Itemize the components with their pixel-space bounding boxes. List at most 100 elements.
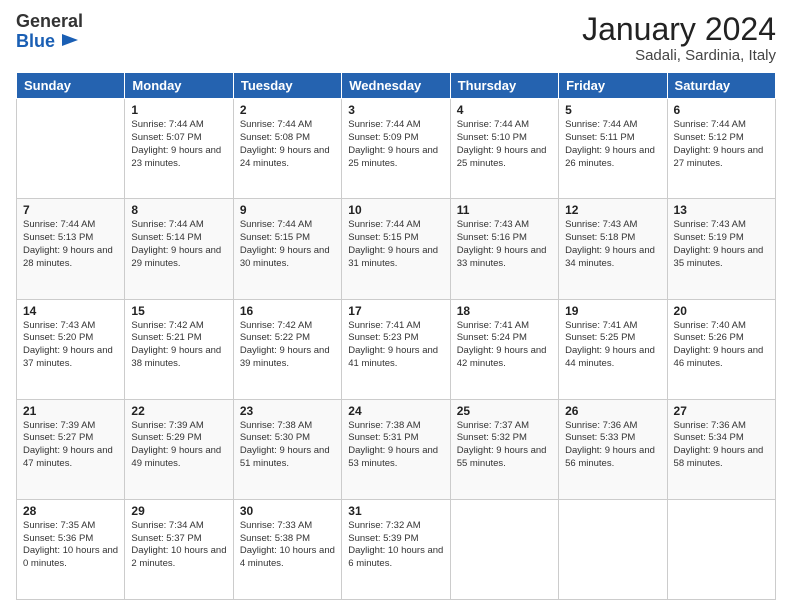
day-cell: 18 Sunrise: 7:41 AMSunset: 5:24 PMDaylig… bbox=[450, 299, 558, 399]
day-number: 31 bbox=[348, 504, 443, 518]
day-cell: 6 Sunrise: 7:44 AMSunset: 5:12 PMDayligh… bbox=[667, 99, 775, 199]
day-cell: 17 Sunrise: 7:41 AMSunset: 5:23 PMDaylig… bbox=[342, 299, 450, 399]
day-cell: 24 Sunrise: 7:38 AMSunset: 5:31 PMDaylig… bbox=[342, 399, 450, 499]
day-number: 28 bbox=[23, 504, 118, 518]
weekday-header-sunday: Sunday bbox=[17, 73, 125, 99]
day-info: Sunrise: 7:44 AMSunset: 5:15 PMDaylight:… bbox=[348, 219, 443, 270]
day-cell: 3 Sunrise: 7:44 AMSunset: 5:09 PMDayligh… bbox=[342, 99, 450, 199]
day-info: Sunrise: 7:40 AMSunset: 5:26 PMDaylight:… bbox=[674, 320, 769, 371]
day-number: 1 bbox=[131, 103, 226, 117]
day-cell: 11 Sunrise: 7:43 AMSunset: 5:16 PMDaylig… bbox=[450, 199, 558, 299]
weekday-header-thursday: Thursday bbox=[450, 73, 558, 99]
day-cell: 25 Sunrise: 7:37 AMSunset: 5:32 PMDaylig… bbox=[450, 399, 558, 499]
day-number: 4 bbox=[457, 103, 552, 117]
day-info: Sunrise: 7:42 AMSunset: 5:22 PMDaylight:… bbox=[240, 320, 335, 371]
day-cell bbox=[17, 99, 125, 199]
day-number: 14 bbox=[23, 304, 118, 318]
weekday-header-tuesday: Tuesday bbox=[233, 73, 341, 99]
day-info: Sunrise: 7:38 AMSunset: 5:30 PMDaylight:… bbox=[240, 420, 335, 471]
day-info: Sunrise: 7:38 AMSunset: 5:31 PMDaylight:… bbox=[348, 420, 443, 471]
day-info: Sunrise: 7:43 AMSunset: 5:18 PMDaylight:… bbox=[565, 219, 660, 270]
logo-flag-icon bbox=[58, 32, 80, 52]
calendar-page: General Blue January 2024 Sadali, Sardin… bbox=[0, 0, 792, 612]
day-number: 2 bbox=[240, 103, 335, 117]
day-number: 7 bbox=[23, 203, 118, 217]
weekday-header-monday: Monday bbox=[125, 73, 233, 99]
weekday-header-row: SundayMondayTuesdayWednesdayThursdayFrid… bbox=[17, 73, 776, 99]
day-cell: 10 Sunrise: 7:44 AMSunset: 5:15 PMDaylig… bbox=[342, 199, 450, 299]
day-info: Sunrise: 7:41 AMSunset: 5:24 PMDaylight:… bbox=[457, 320, 552, 371]
day-number: 21 bbox=[23, 404, 118, 418]
day-info: Sunrise: 7:44 AMSunset: 5:14 PMDaylight:… bbox=[131, 219, 226, 270]
day-info: Sunrise: 7:44 AMSunset: 5:12 PMDaylight:… bbox=[674, 119, 769, 170]
day-cell: 27 Sunrise: 7:36 AMSunset: 5:34 PMDaylig… bbox=[667, 399, 775, 499]
day-number: 3 bbox=[348, 103, 443, 117]
calendar-table: SundayMondayTuesdayWednesdayThursdayFrid… bbox=[16, 72, 776, 600]
month-title: January 2024 bbox=[582, 12, 776, 47]
week-row-3: 21 Sunrise: 7:39 AMSunset: 5:27 PMDaylig… bbox=[17, 399, 776, 499]
day-cell: 9 Sunrise: 7:44 AMSunset: 5:15 PMDayligh… bbox=[233, 199, 341, 299]
day-info: Sunrise: 7:37 AMSunset: 5:32 PMDaylight:… bbox=[457, 420, 552, 471]
day-cell: 2 Sunrise: 7:44 AMSunset: 5:08 PMDayligh… bbox=[233, 99, 341, 199]
day-cell: 22 Sunrise: 7:39 AMSunset: 5:29 PMDaylig… bbox=[125, 399, 233, 499]
day-cell: 23 Sunrise: 7:38 AMSunset: 5:30 PMDaylig… bbox=[233, 399, 341, 499]
day-cell: 13 Sunrise: 7:43 AMSunset: 5:19 PMDaylig… bbox=[667, 199, 775, 299]
day-number: 30 bbox=[240, 504, 335, 518]
day-cell bbox=[559, 499, 667, 599]
day-number: 20 bbox=[674, 304, 769, 318]
day-info: Sunrise: 7:44 AMSunset: 5:15 PMDaylight:… bbox=[240, 219, 335, 270]
day-cell: 15 Sunrise: 7:42 AMSunset: 5:21 PMDaylig… bbox=[125, 299, 233, 399]
day-number: 22 bbox=[131, 404, 226, 418]
day-number: 17 bbox=[348, 304, 443, 318]
day-cell: 1 Sunrise: 7:44 AMSunset: 5:07 PMDayligh… bbox=[125, 99, 233, 199]
day-info: Sunrise: 7:32 AMSunset: 5:39 PMDaylight:… bbox=[348, 520, 443, 571]
logo: General Blue bbox=[16, 12, 83, 53]
day-info: Sunrise: 7:44 AMSunset: 5:13 PMDaylight:… bbox=[23, 219, 118, 270]
day-number: 24 bbox=[348, 404, 443, 418]
day-info: Sunrise: 7:36 AMSunset: 5:33 PMDaylight:… bbox=[565, 420, 660, 471]
day-cell: 12 Sunrise: 7:43 AMSunset: 5:18 PMDaylig… bbox=[559, 199, 667, 299]
day-info: Sunrise: 7:43 AMSunset: 5:19 PMDaylight:… bbox=[674, 219, 769, 270]
day-info: Sunrise: 7:43 AMSunset: 5:20 PMDaylight:… bbox=[23, 320, 118, 371]
day-info: Sunrise: 7:43 AMSunset: 5:16 PMDaylight:… bbox=[457, 219, 552, 270]
week-row-4: 28 Sunrise: 7:35 AMSunset: 5:36 PMDaylig… bbox=[17, 499, 776, 599]
day-info: Sunrise: 7:44 AMSunset: 5:11 PMDaylight:… bbox=[565, 119, 660, 170]
day-cell: 16 Sunrise: 7:42 AMSunset: 5:22 PMDaylig… bbox=[233, 299, 341, 399]
day-number: 29 bbox=[131, 504, 226, 518]
day-cell: 31 Sunrise: 7:32 AMSunset: 5:39 PMDaylig… bbox=[342, 499, 450, 599]
day-info: Sunrise: 7:39 AMSunset: 5:27 PMDaylight:… bbox=[23, 420, 118, 471]
location-title: Sadali, Sardinia, Italy bbox=[582, 47, 776, 64]
day-number: 11 bbox=[457, 203, 552, 217]
weekday-header-wednesday: Wednesday bbox=[342, 73, 450, 99]
day-info: Sunrise: 7:35 AMSunset: 5:36 PMDaylight:… bbox=[23, 520, 118, 571]
day-cell: 29 Sunrise: 7:34 AMSunset: 5:37 PMDaylig… bbox=[125, 499, 233, 599]
day-info: Sunrise: 7:42 AMSunset: 5:21 PMDaylight:… bbox=[131, 320, 226, 371]
logo-blue-text: Blue bbox=[16, 32, 55, 52]
day-info: Sunrise: 7:39 AMSunset: 5:29 PMDaylight:… bbox=[131, 420, 226, 471]
day-cell: 21 Sunrise: 7:39 AMSunset: 5:27 PMDaylig… bbox=[17, 399, 125, 499]
day-number: 5 bbox=[565, 103, 660, 117]
day-number: 10 bbox=[348, 203, 443, 217]
day-number: 25 bbox=[457, 404, 552, 418]
day-info: Sunrise: 7:44 AMSunset: 5:09 PMDaylight:… bbox=[348, 119, 443, 170]
day-info: Sunrise: 7:33 AMSunset: 5:38 PMDaylight:… bbox=[240, 520, 335, 571]
day-info: Sunrise: 7:44 AMSunset: 5:07 PMDaylight:… bbox=[131, 119, 226, 170]
day-cell: 19 Sunrise: 7:41 AMSunset: 5:25 PMDaylig… bbox=[559, 299, 667, 399]
day-number: 6 bbox=[674, 103, 769, 117]
day-number: 19 bbox=[565, 304, 660, 318]
day-cell: 30 Sunrise: 7:33 AMSunset: 5:38 PMDaylig… bbox=[233, 499, 341, 599]
header: General Blue January 2024 Sadali, Sardin… bbox=[16, 12, 776, 64]
week-row-2: 14 Sunrise: 7:43 AMSunset: 5:20 PMDaylig… bbox=[17, 299, 776, 399]
day-cell: 7 Sunrise: 7:44 AMSunset: 5:13 PMDayligh… bbox=[17, 199, 125, 299]
day-number: 12 bbox=[565, 203, 660, 217]
day-number: 9 bbox=[240, 203, 335, 217]
day-number: 18 bbox=[457, 304, 552, 318]
day-cell: 28 Sunrise: 7:35 AMSunset: 5:36 PMDaylig… bbox=[17, 499, 125, 599]
weekday-header-saturday: Saturday bbox=[667, 73, 775, 99]
weekday-header-friday: Friday bbox=[559, 73, 667, 99]
week-row-0: 1 Sunrise: 7:44 AMSunset: 5:07 PMDayligh… bbox=[17, 99, 776, 199]
day-cell: 26 Sunrise: 7:36 AMSunset: 5:33 PMDaylig… bbox=[559, 399, 667, 499]
day-number: 13 bbox=[674, 203, 769, 217]
day-number: 23 bbox=[240, 404, 335, 418]
day-cell: 4 Sunrise: 7:44 AMSunset: 5:10 PMDayligh… bbox=[450, 99, 558, 199]
